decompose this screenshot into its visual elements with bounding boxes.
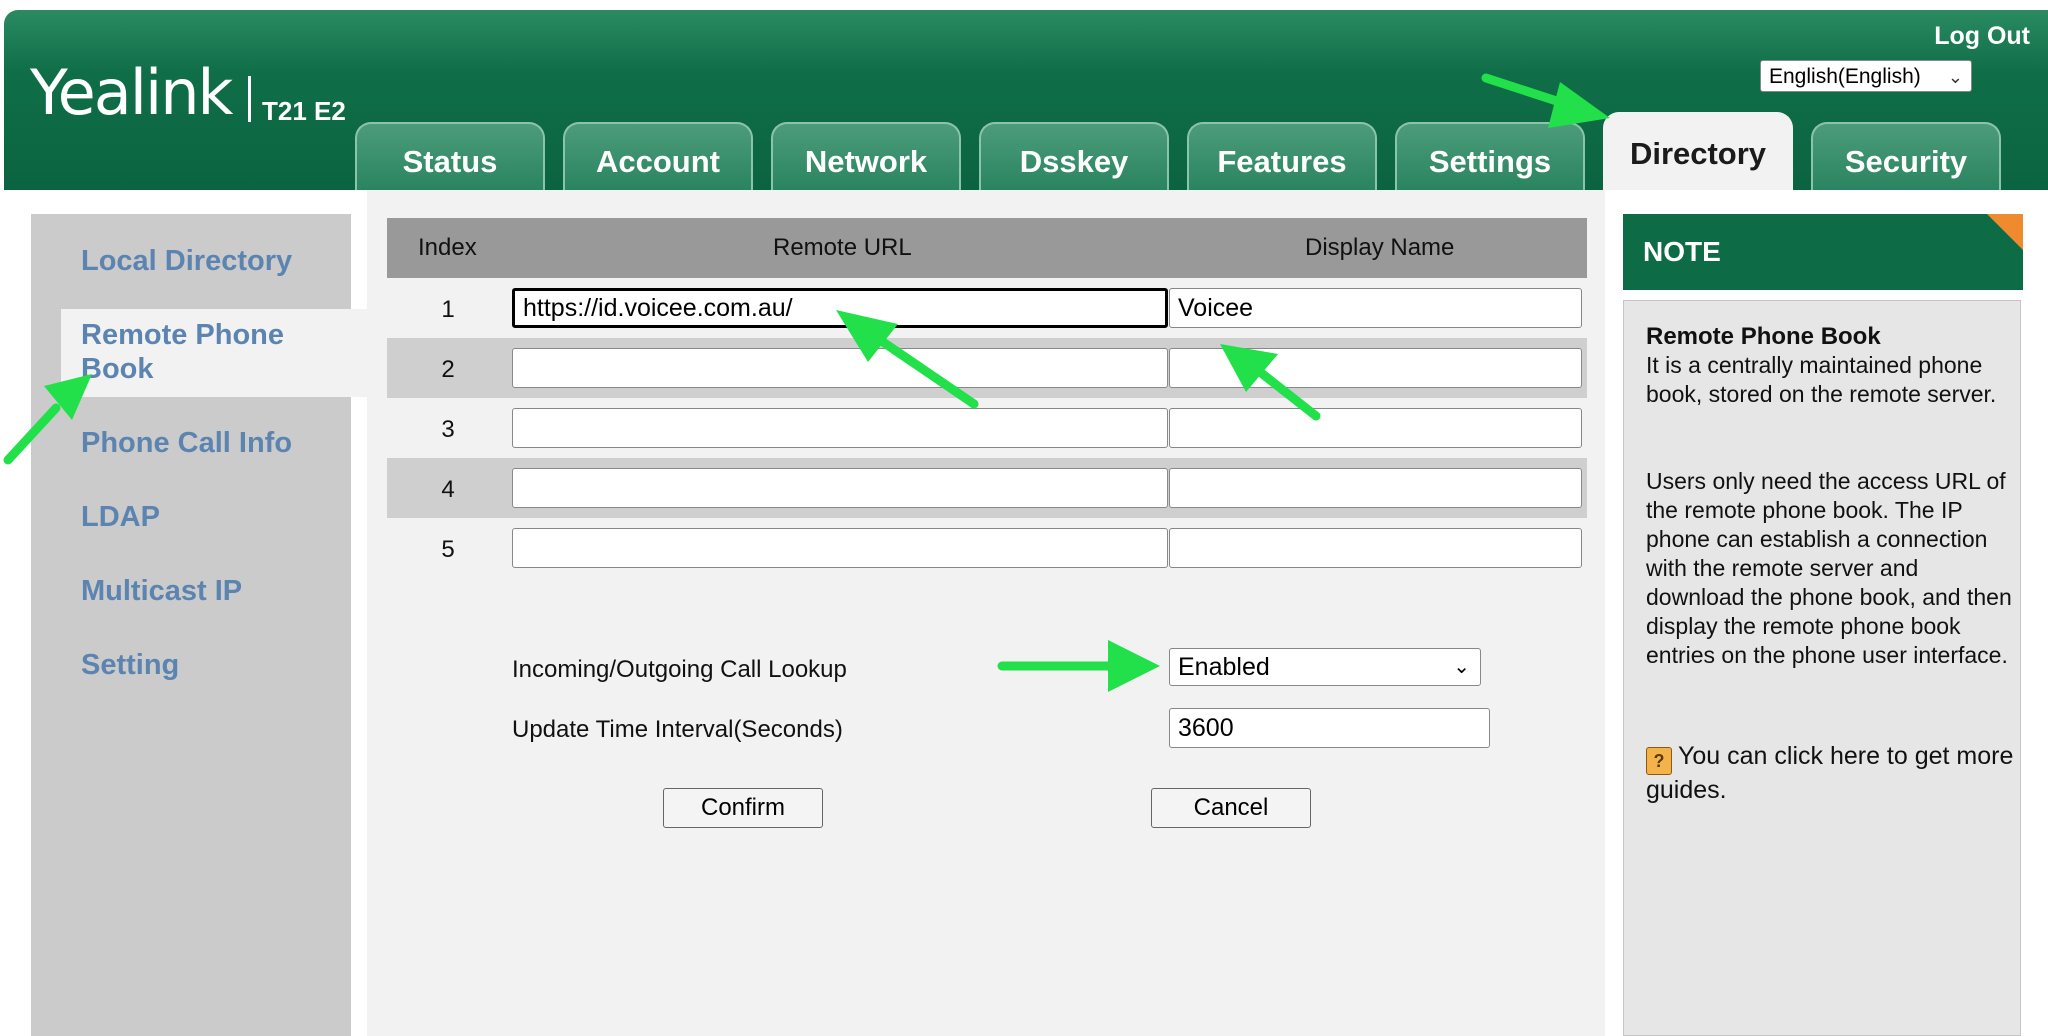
header-display-name: Display Name — [1305, 234, 1455, 261]
note-panel: Remote Phone Book It is a centrally main… — [1623, 300, 2021, 1036]
update-interval-input[interactable]: 3600 — [1169, 708, 1490, 748]
tab-dsskey[interactable]: Dsskey — [979, 122, 1169, 190]
chevron-down-icon: ⌄ — [1453, 656, 1470, 678]
display-name-input-5[interactable] — [1169, 528, 1582, 568]
row-index: 5 — [441, 536, 455, 563]
tab-account[interactable]: Account — [563, 122, 753, 190]
language-value: English(English) — [1769, 65, 1921, 88]
display-name-input-4[interactable] — [1169, 468, 1582, 508]
display-name-input-3[interactable] — [1169, 408, 1582, 448]
remote-url-input-5[interactable] — [512, 528, 1168, 568]
logo-divider — [248, 76, 251, 122]
sidebar-item-ldap[interactable]: LDAP — [81, 500, 160, 534]
tab-settings[interactable]: Settings — [1395, 122, 1585, 190]
tab-status[interactable]: Status — [355, 122, 545, 190]
logout-link[interactable]: Log Out — [1934, 22, 2030, 51]
display-name-input-1[interactable]: Voicee — [1169, 288, 1582, 328]
tab-features[interactable]: Features — [1187, 122, 1377, 190]
note-heading: NOTE — [1643, 236, 1721, 267]
sidebar: Local Directory Remote Phone Book Phone … — [31, 214, 397, 1036]
tab-directory[interactable]: Directory — [1603, 112, 1793, 190]
header-remote-url: Remote URL — [773, 234, 912, 261]
note-paragraph-1: It is a centrally maintained phone book,… — [1646, 352, 1997, 407]
guide-link[interactable]: ? You can click here to get more guides. — [1646, 741, 2016, 806]
sidebar-item-setting[interactable]: Setting — [81, 648, 179, 682]
language-select[interactable]: English(English) ⌄ — [1760, 60, 1972, 92]
header-index: Index — [418, 234, 477, 261]
remote-url-input-4[interactable] — [512, 468, 1168, 508]
row-index: 1 — [441, 296, 455, 323]
brand-logo: Yealink — [30, 56, 233, 129]
remote-url-input-1[interactable]: https://id.voicee.com.au/ — [512, 288, 1168, 328]
remote-url-input-3[interactable] — [512, 408, 1168, 448]
remote-url-input-2[interactable] — [512, 348, 1168, 388]
row-index: 4 — [441, 476, 455, 503]
sidebar-item-local-directory[interactable]: Local Directory — [81, 244, 292, 278]
book-icon: ? — [1646, 747, 1672, 775]
sidebar-item-phone-call-info[interactable]: Phone Call Info — [81, 426, 292, 460]
display-name-input-2[interactable] — [1169, 348, 1582, 388]
note-paragraph-2: Users only need the access URL of the re… — [1646, 468, 2012, 668]
note-header: NOTE — [1623, 214, 2023, 290]
sidebar-item-remote-phone-book[interactable]: Remote Phone Book — [81, 318, 321, 386]
call-lookup-value: Enabled — [1178, 653, 1270, 681]
tab-network[interactable]: Network — [771, 122, 961, 190]
chevron-down-icon: ⌄ — [1947, 67, 1963, 87]
row-index: 2 — [441, 356, 455, 383]
call-lookup-label: Incoming/Outgoing Call Lookup — [512, 656, 847, 683]
row-index: 3 — [441, 416, 455, 443]
confirm-button[interactable]: Confirm — [663, 788, 823, 828]
guide-text: You can click here to get more guides. — [1646, 742, 2014, 804]
table-header: Index Remote URL Display Name — [387, 218, 1587, 278]
cancel-button[interactable]: Cancel — [1151, 788, 1311, 828]
update-interval-label: Update Time Interval(Seconds) — [512, 716, 843, 743]
call-lookup-select[interactable]: Enabled ⌄ — [1169, 648, 1481, 686]
model-label: T21 E2 — [262, 96, 346, 126]
note-title: Remote Phone Book — [1646, 323, 1881, 350]
tab-security[interactable]: Security — [1811, 122, 2001, 190]
sidebar-item-multicast-ip[interactable]: Multicast IP — [81, 574, 242, 608]
note-corner-fold — [1987, 214, 2023, 250]
